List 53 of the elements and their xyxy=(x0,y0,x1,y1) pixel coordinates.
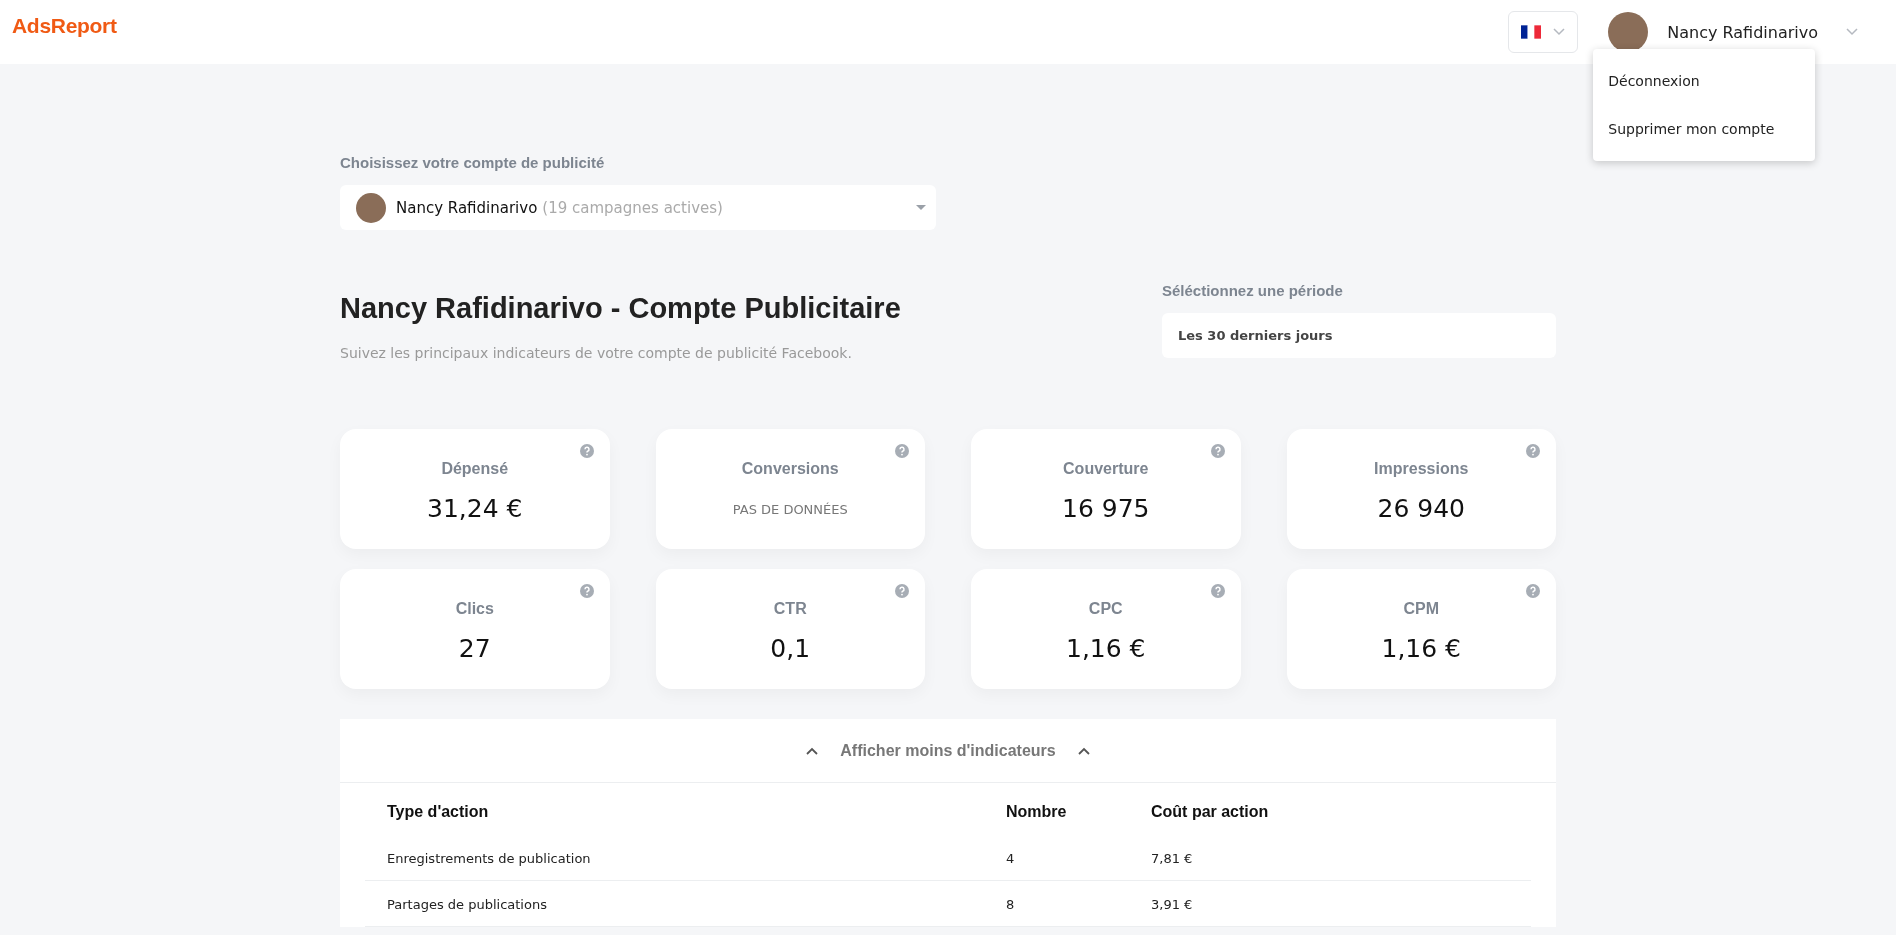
period-select[interactable]: Les 30 derniers jours xyxy=(1162,313,1556,358)
table-cell: 3,91 € xyxy=(1151,880,1531,927)
metric-label: Clics xyxy=(455,600,494,618)
table-cell: Partages de publications xyxy=(365,880,1006,927)
metric-value: 27 xyxy=(458,634,491,663)
account-select[interactable]: Nancy Rafidinarivo (19 campagnes actives) xyxy=(340,185,936,230)
page-title: Nancy Rafidinarivo - Compte Publicitaire xyxy=(340,292,901,325)
column-header: Coût par action xyxy=(1151,802,1270,822)
metric-label: CPM xyxy=(1403,600,1440,618)
help-icon[interactable] xyxy=(895,444,909,458)
flag-icon xyxy=(1521,25,1542,39)
help-icon[interactable] xyxy=(1210,444,1225,458)
table-cell: 4 xyxy=(1006,835,1151,881)
page-subtitle: Suivez les principaux indicateurs de votre compte de publicité Facebook. xyxy=(340,345,853,361)
help-icon[interactable] xyxy=(895,584,909,598)
metric-label: Impressions xyxy=(1374,460,1469,478)
caret-down-icon xyxy=(916,205,926,210)
table-cell: 8 xyxy=(1006,880,1151,927)
chevron-up-icon xyxy=(806,746,819,755)
toggle-indicators-button[interactable]: Afficher moins d'indicateurs xyxy=(340,719,1556,783)
metric-value: 0,1 xyxy=(770,634,811,663)
avatar-icon xyxy=(356,192,386,223)
table-cell: 7,81 € xyxy=(1151,835,1531,881)
metric-value: 16 975 xyxy=(1062,494,1150,523)
menu-item[interactable]: Supprimer mon compte xyxy=(1593,105,1816,153)
account-name: Nancy Rafidinarivo xyxy=(396,198,538,217)
column-header: Type d'action xyxy=(386,802,490,822)
chevron-down-icon xyxy=(1846,28,1858,36)
metric-value: 26 940 xyxy=(1377,494,1465,523)
help-icon[interactable] xyxy=(1210,584,1225,598)
metric-value: 1,16 € xyxy=(1066,634,1146,663)
help-icon[interactable] xyxy=(1526,444,1540,458)
campaign-count: (19 campagnes actives) xyxy=(542,198,723,217)
chevron-up-icon xyxy=(1077,746,1090,755)
metric-label: CTR xyxy=(773,600,807,618)
help-icon[interactable] xyxy=(579,444,594,458)
metric-value: 31,24 € xyxy=(427,494,523,523)
metric-label: Couverture xyxy=(1063,460,1149,478)
language-selector[interactable] xyxy=(1508,11,1579,53)
help-icon[interactable] xyxy=(579,584,594,598)
avatar-icon xyxy=(1608,12,1649,52)
table-cell: Enregistrements de publication xyxy=(365,835,1006,881)
help-icon[interactable] xyxy=(1526,584,1540,598)
column-header: Nombre xyxy=(1006,783,1151,835)
metric-label: Conversions xyxy=(741,460,839,478)
metric-label: Dépensé xyxy=(441,460,509,478)
field-label: Choisissez votre compte de publicité xyxy=(340,154,606,171)
metric-label: CPC xyxy=(1088,600,1123,618)
metric-value: PAS DE DONNÉES xyxy=(732,502,848,517)
chevron-down-icon xyxy=(1553,28,1566,36)
metric-value: 1,16 € xyxy=(1381,634,1461,663)
field-label: Séléctionnez une période xyxy=(1162,282,1344,299)
menu-item[interactable]: Déconnexion xyxy=(1593,57,1816,105)
